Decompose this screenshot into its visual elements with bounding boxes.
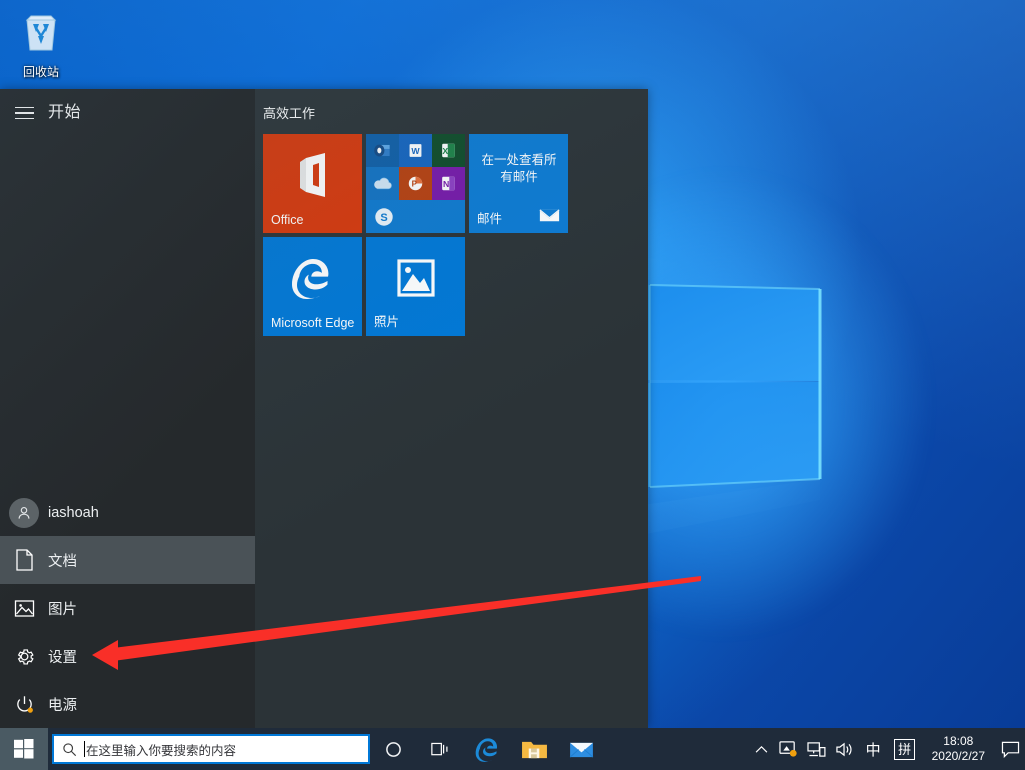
skype-icon[interactable]: S [366, 200, 465, 233]
tray-icon-ime-mode[interactable]: 中 [859, 728, 888, 770]
svg-text:X: X [442, 146, 448, 156]
mail-envelope-icon [539, 208, 560, 228]
photos-icon [366, 237, 465, 318]
taskbar-clock[interactable]: 18:08 2020/2/27 [922, 734, 995, 764]
file-explorer-icon [522, 741, 547, 758]
task-view-icon [431, 742, 448, 755]
tile-mail[interactable]: 在一处查看所有邮件 邮件 [469, 134, 568, 233]
sidebar-item-label-power: 电源 [48, 697, 77, 714]
tile-row: Office W X P N S 在一处查看所有邮件 邮件 [263, 134, 572, 237]
chevron-up-icon [755, 745, 768, 753]
taskbar-button-file-explorer[interactable] [511, 728, 558, 770]
text-caret [84, 741, 85, 757]
sidebar-item-user[interactable]: iashoah [0, 490, 255, 536]
edge-logo-icon [475, 737, 497, 762]
recycle-bin-label: 回收站 [22, 65, 59, 79]
start-menu-title: 开始 [48, 104, 82, 121]
desktop-icon-recycle-bin[interactable]: 回收站 [6, 6, 76, 80]
user-avatar-icon [0, 498, 48, 528]
gear-icon [0, 646, 48, 667]
start-menu[interactable]: 开始 iashoah 文档 图片 设置 电源 高效工作 Office W X P… [0, 89, 648, 728]
clock-date: 2020/2/27 [931, 749, 985, 763]
taskbar-button-edge[interactable] [464, 728, 511, 770]
sidebar-item-settings[interactable]: 设置 [0, 632, 255, 680]
tile-row: Microsoft Edge 照片 [263, 237, 572, 340]
tray-icon-network[interactable] [803, 728, 831, 770]
taskbar-button-task-view[interactable] [417, 728, 464, 770]
system-tray: 中 拼 18:08 2020/2/27 [749, 728, 1025, 770]
edge-logo-icon [263, 237, 362, 318]
taskbar-button-cortana[interactable] [370, 728, 417, 770]
network-icon [807, 741, 826, 757]
document-icon [0, 549, 48, 571]
tray-overflow-button[interactable] [749, 728, 775, 770]
tile-label-edge: Microsoft Edge [271, 316, 355, 330]
ime-pinyin-icon: 拼 [894, 738, 916, 760]
tray-icon-ime-pinyin[interactable]: 拼 [888, 728, 922, 770]
tile-photos[interactable]: 照片 [366, 237, 465, 336]
tile-label-mail: 邮件 [477, 212, 503, 226]
start-button[interactable] [0, 728, 48, 770]
svg-text:P: P [412, 180, 417, 189]
tile-group-title: 高效工作 [263, 106, 316, 121]
power-icon [0, 694, 48, 715]
office-logo-icon [263, 134, 362, 215]
sidebar-item-documents[interactable]: 文档 [0, 536, 255, 584]
cortana-circle-icon [386, 741, 401, 757]
onenote-icon[interactable]: N [432, 167, 465, 200]
tile-label-office: Office [271, 213, 304, 227]
svg-text:W: W [411, 146, 420, 156]
search-placeholder: 在这里输入你要搜索的内容 [86, 743, 237, 758]
taskbar[interactable]: 在这里输入你要搜索的内容 中 拼 18:08 2020/2/27 [0, 728, 1025, 770]
taskbar-button-mail[interactable] [558, 728, 605, 770]
action-center-button[interactable] [995, 741, 1025, 758]
sidebar-item-pictures[interactable]: 图片 [0, 584, 255, 632]
sidebar-item-label-pictures: 图片 [48, 601, 77, 618]
tile-mail-headline: 在一处查看所有邮件 [481, 153, 557, 184]
search-icon [54, 742, 84, 757]
notification-icon [1001, 741, 1019, 758]
tile-microsoft-edge[interactable]: Microsoft Edge [263, 237, 362, 336]
outlook-icon[interactable] [366, 134, 399, 167]
sidebar-item-label-settings: 设置 [48, 649, 77, 666]
tile-label-photos: 照片 [374, 315, 400, 329]
sidebar-item-label-documents: 文档 [48, 553, 77, 570]
clock-time: 18:08 [943, 734, 974, 748]
word-icon[interactable]: W [399, 134, 432, 167]
excel-icon[interactable]: X [432, 134, 465, 167]
search-input[interactable]: 在这里输入你要搜索的内容 [52, 734, 370, 764]
sidebar-user-name: iashoah [48, 505, 99, 521]
powerpoint-icon[interactable]: P [399, 167, 432, 200]
svg-text:S: S [380, 212, 387, 224]
tray-icon-volume[interactable] [831, 728, 859, 770]
tray-icon-security[interactable] [775, 728, 803, 770]
tile-office-apps[interactable]: W X P N S [366, 134, 465, 233]
start-menu-tiles-panel: 高效工作 Office W X P N S 在一处查看所有邮件 邮件 Micro… [255, 89, 648, 728]
tile-grid: Office W X P N S 在一处查看所有邮件 邮件 Microsoft … [263, 134, 572, 340]
recycle-bin-icon [25, 15, 57, 51]
security-shield-icon [779, 741, 797, 757]
tile-office[interactable]: Office [263, 134, 362, 233]
picture-icon [0, 599, 48, 618]
sidebar-item-power[interactable]: 电源 [0, 680, 255, 728]
svg-text:N: N [443, 179, 449, 189]
start-menu-sidebar: 开始 iashoah 文档 图片 设置 电源 [0, 89, 255, 728]
onedrive-icon[interactable] [366, 167, 399, 200]
mail-envelope-icon [569, 742, 594, 757]
hamburger-menu-button[interactable] [0, 89, 48, 137]
volume-icon [836, 742, 852, 756]
hamburger-menu-icon [14, 103, 34, 124]
windows-logo-icon [14, 739, 34, 759]
ime-chinese-icon: 中 [865, 741, 881, 759]
start-menu-nav: iashoah 文档 图片 设置 电源 [0, 490, 255, 728]
